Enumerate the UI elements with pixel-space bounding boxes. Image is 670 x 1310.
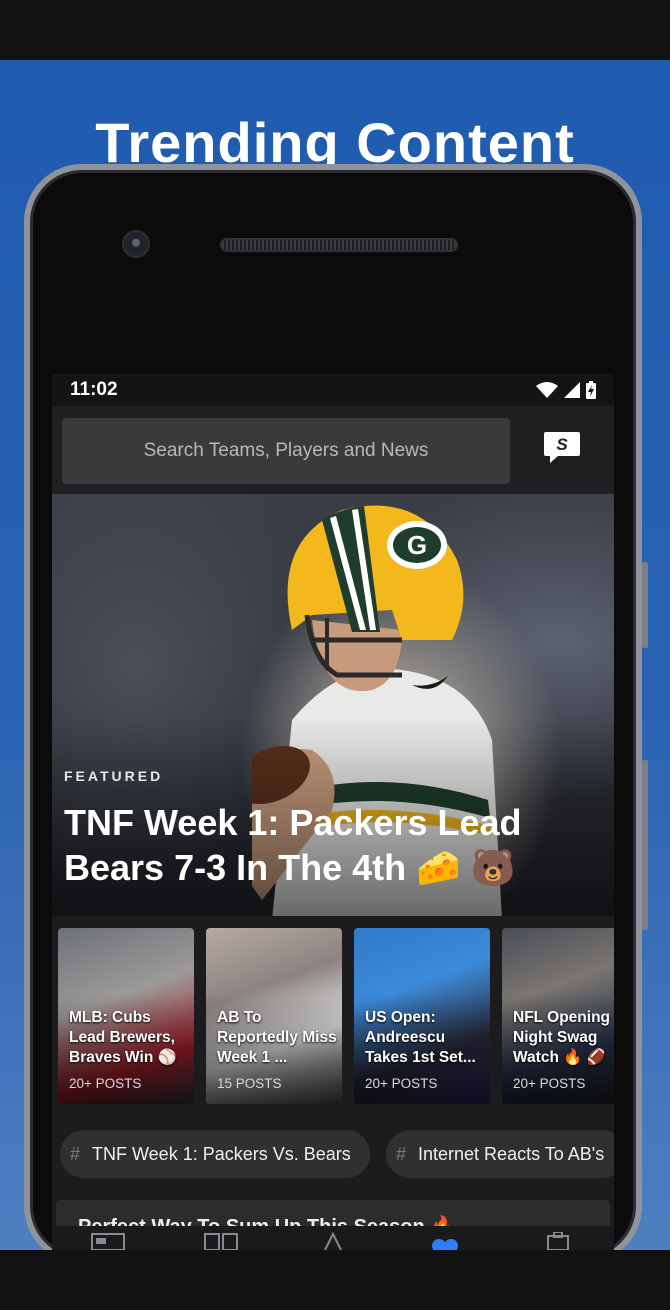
card-post-count: 15 POSTS — [217, 1076, 282, 1091]
wifi-icon — [536, 382, 558, 398]
trending-cards-row: MLB: Cubs Lead Brewers, Braves Win ⚾ 20+… — [52, 916, 614, 1116]
community-tab-icon[interactable] — [427, 1232, 463, 1250]
status-icons — [536, 381, 596, 399]
card-post-count: 20+ POSTS — [69, 1076, 142, 1091]
messages-icon[interactable]: S — [542, 430, 582, 466]
bottom-letterbox — [0, 1250, 670, 1310]
card-title: MLB: Cubs Lead Brewers, Braves Win ⚾ — [69, 1009, 177, 1066]
search-header: Search Teams, Players and News S — [52, 406, 614, 494]
trending-card[interactable]: NFL Opening Night Swag Watch 🔥 🏈 20+ POS… — [502, 928, 614, 1104]
status-bar: 11:02 — [52, 374, 614, 406]
volume-button — [642, 562, 648, 648]
trending-card[interactable]: MLB: Cubs Lead Brewers, Braves Win ⚾ 20+… — [58, 928, 194, 1104]
stream-tab-icon[interactable] — [315, 1232, 351, 1250]
topic-chip[interactable]: # TNF Week 1: Packers Vs. Bears — [60, 1130, 370, 1178]
hashtag-icon: # — [396, 1143, 407, 1164]
cell-signal-icon — [564, 382, 580, 398]
hashtag-icon: # — [70, 1143, 81, 1164]
featured-headline: TNF Week 1: Packers Lead Bears 7-3 In Th… — [64, 802, 522, 888]
chip-label: Internet Reacts To AB's — [418, 1143, 605, 1164]
scores-tab-icon[interactable] — [203, 1232, 239, 1250]
battery-charging-icon — [586, 381, 596, 399]
card-post-count: 20+ POSTS — [365, 1076, 438, 1091]
trending-card[interactable]: AB To Reportedly Miss Week 1 ... 15 POST… — [206, 928, 342, 1104]
card-title: AB To Reportedly Miss Week 1 ... — [217, 1009, 337, 1066]
featured-label: FEATURED — [64, 768, 164, 784]
featured-story[interactable]: G FEATURED TNF Week 1: Packers Lead Bear… — [52, 494, 614, 916]
search-placeholder: Search Teams, Players and News — [143, 440, 429, 461]
top-letterbox — [0, 0, 670, 60]
svg-text:G: G — [407, 530, 427, 560]
card-post-count: 20+ POSTS — [513, 1076, 586, 1091]
chip-label: TNF Week 1: Packers Vs. Bears — [92, 1143, 351, 1164]
power-button — [642, 760, 648, 930]
search-input[interactable]: Search Teams, Players and News — [62, 418, 510, 484]
front-camera-icon — [122, 230, 150, 258]
profile-tab-icon[interactable] — [540, 1232, 576, 1250]
trending-card[interactable]: US Open: Andreescu Takes 1st Set... 20+ … — [354, 928, 490, 1104]
card-title: NFL Opening Night Swag Watch 🔥 🏈 — [513, 1009, 611, 1066]
card-title: US Open: Andreescu Takes 1st Set... — [365, 1009, 476, 1066]
topic-chip[interactable]: # Internet Reacts To AB's — [386, 1130, 614, 1178]
news-tab-icon[interactable] — [90, 1232, 126, 1250]
status-time: 11:02 — [70, 379, 118, 400]
bottom-nav — [52, 1226, 614, 1250]
app-screen: 11:02 Search Teams, Players and News S G… — [52, 374, 614, 1250]
topic-chips-row: # TNF Week 1: Packers Vs. Bears # Intern… — [52, 1116, 614, 1200]
svg-text:S: S — [556, 435, 568, 454]
earpiece-speaker — [220, 238, 458, 252]
